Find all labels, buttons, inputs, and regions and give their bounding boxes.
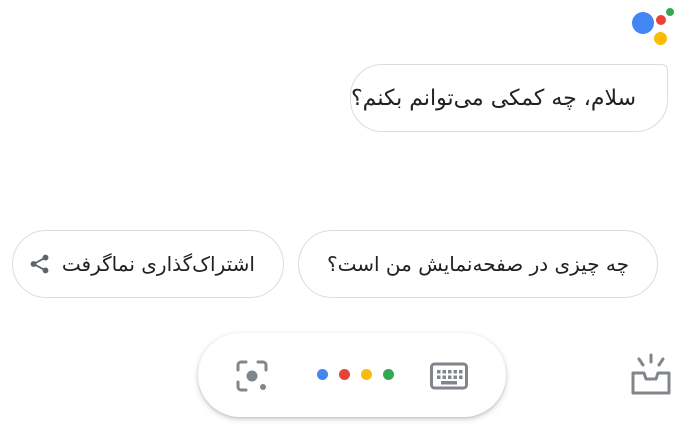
dot-blue [317,369,328,380]
lens-icon[interactable] [234,358,270,394]
suggestion-chip-share-screenshot[interactable]: اشتراک‌گذاری نماگرفت [12,230,284,298]
dot-red [339,369,350,380]
suggestion-label: چه چیزی در صفحه‌نمایش من است؟ [326,252,630,276]
suggestion-chip-whats-on-screen[interactable]: چه چیزی در صفحه‌نمایش من است؟ [298,230,658,298]
logo-green-dot [666,8,674,16]
assistant-dots-button[interactable] [317,369,397,381]
suggestion-label: اشتراک‌گذاری نماگرفت [61,252,255,276]
logo-red-dot [656,15,666,25]
assistant-input-bar [198,333,506,417]
greeting-text: سلام، چه کمکی می‌توانم بکنم؟ [351,85,637,111]
snapshot-icon[interactable] [630,353,672,397]
dot-yellow [361,369,372,380]
share-icon [30,254,49,274]
logo-yellow-dot [654,32,667,45]
keyboard-icon[interactable] [430,361,468,391]
logo-blue-dot [632,12,654,34]
assistant-greeting-bubble: سلام، چه کمکی می‌توانم بکنم؟ [350,64,668,132]
assistant-logo-icon [632,8,674,50]
dot-green [383,369,394,380]
